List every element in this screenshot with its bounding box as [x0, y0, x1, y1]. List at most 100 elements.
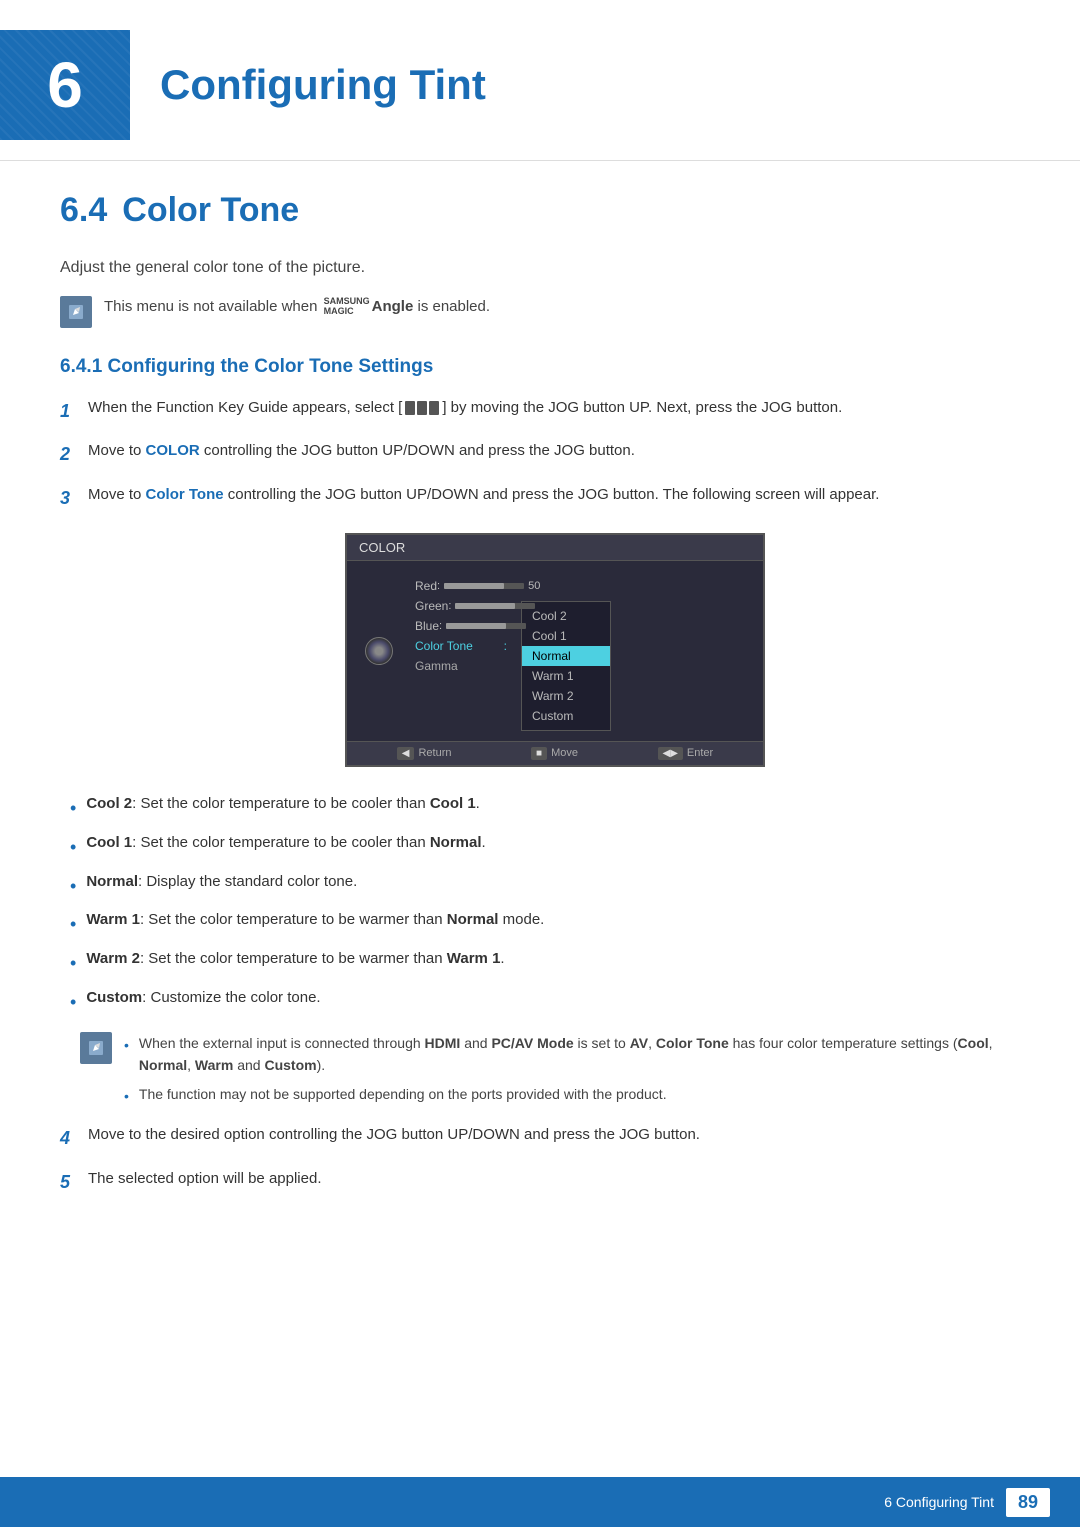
bullet-dot-5: •	[70, 949, 76, 978]
enter-key: ◀▶	[658, 747, 683, 760]
bullet-warm2: • Warm 2: Set the color temperature to b…	[70, 947, 1020, 978]
submenu-panel: Cool 2 Cool 1 Normal Warm 1 Warm 2 Custo…	[521, 601, 611, 731]
subsection-title: 6.4.1 Configuring the Color Tone Setting…	[60, 356, 1020, 378]
steps-list-2: 4 Move to the desired option controlling…	[60, 1123, 1020, 1197]
step-content-5: The selected option will be applied.	[88, 1167, 1020, 1191]
return-key: ◀	[397, 747, 415, 760]
submenu-warm2: Warm 2	[522, 686, 610, 706]
samsung-magic-brand: SAMSUNGMAGIC	[324, 297, 370, 317]
nested-bullet-1: • When the external input is connected t…	[124, 1032, 1020, 1077]
menu-red-label: Red	[415, 579, 437, 593]
blue-slider-fill	[446, 623, 506, 629]
menu-left: Red : 50 Green : 50	[401, 571, 521, 731]
bullet-warm1: • Warm 1: Set the color temperature to b…	[70, 908, 1020, 939]
bullet-cool1-text: Cool 1: Set the color temperature to be …	[86, 831, 485, 855]
page-footer: 6 Configuring Tint 89	[0, 1477, 1080, 1527]
menu-blue: Blue : 50	[409, 616, 513, 636]
chapter-number: 6	[0, 30, 130, 140]
step-num-5: 5	[60, 1168, 88, 1197]
menu-color-tone-label: Color Tone	[415, 639, 473, 653]
submenu-warm1: Warm 1	[522, 666, 610, 686]
submenu-custom: Custom	[522, 706, 610, 726]
menu-green-label: Green	[415, 599, 448, 613]
colon-sep-2: :	[448, 600, 451, 612]
bullet-custom: • Custom: Customize the color tone.	[70, 986, 1020, 1017]
note-pencil-icon	[86, 1038, 106, 1058]
red-slider-area: : 50	[437, 580, 540, 592]
screen-footer: ◀ Return ■ Move ◀▶ Enter	[347, 741, 763, 765]
colon-separator: :	[437, 580, 440, 592]
color-options-list: • Cool 2: Set the color temperature to b…	[70, 792, 1020, 1017]
menu-red: Red : 50	[409, 576, 513, 596]
bullet-dot-4: •	[70, 910, 76, 939]
step-content-1: When the Function Key Guide appears, sel…	[88, 396, 1020, 420]
step-2: 2 Move to COLOR controlling the JOG butt…	[60, 439, 1020, 469]
green-slider-bar	[455, 603, 535, 609]
bullet-dot-2: •	[70, 833, 76, 862]
footer-move: ■ Move	[531, 747, 578, 760]
section-description: Adjust the general color tone of the pic…	[60, 255, 1020, 281]
color-ref: COLOR	[146, 442, 200, 459]
bullet-cool2-text: Cool 2: Set the color temperature to be …	[86, 792, 480, 816]
step-4: 4 Move to the desired option controlling…	[60, 1123, 1020, 1153]
return-label: Return	[418, 747, 451, 759]
bullet-warm1-text: Warm 1: Set the color temperature to be …	[86, 908, 544, 932]
note-icon	[60, 296, 92, 328]
red-value: 50	[528, 580, 540, 592]
nested-note-icon	[80, 1032, 112, 1064]
screen-container: COLOR Red : 50 Green	[90, 533, 1020, 767]
footer-page-number: 89	[1006, 1488, 1050, 1517]
screen-header: COLOR	[347, 535, 763, 561]
nested-bullet-dot-2: •	[124, 1085, 129, 1107]
step-5: 5 The selected option will be applied.	[60, 1167, 1020, 1197]
color-tone-ref: Color Tone	[146, 486, 224, 503]
footer-return: ◀ Return	[397, 747, 452, 760]
nested-bullet-dot-1: •	[124, 1034, 129, 1056]
subsection-number: 6.4.1	[60, 356, 102, 377]
bullet-cool2: • Cool 2: Set the color temperature to b…	[70, 792, 1020, 823]
bullet-cool1: • Cool 1: Set the color temperature to b…	[70, 831, 1020, 862]
colon-sep-4: :	[504, 639, 507, 653]
nested-note-content: • When the external input is connected t…	[124, 1032, 1020, 1113]
subsection-title-text: Configuring the Color Tone Settings	[108, 356, 434, 377]
submenu-cool2: Cool 2	[522, 606, 610, 626]
nested-bullets: • When the external input is connected t…	[124, 1032, 1020, 1107]
section-number: 6.4	[60, 191, 107, 230]
footer-enter: ◀▶ Enter	[658, 747, 714, 760]
menu-gamma: Gamma	[409, 656, 513, 676]
green-slider-fill	[455, 603, 515, 609]
menu-blue-label: Blue	[415, 619, 439, 633]
bullet-dot-1: •	[70, 794, 76, 823]
menu-green: Green : 50	[409, 596, 513, 616]
nested-bullet-1-text: When the external input is connected thr…	[139, 1032, 1020, 1077]
bullet-normal-text: Normal: Display the standard color tone.	[86, 870, 357, 894]
note-box: This menu is not available when SAMSUNGM…	[60, 296, 1020, 328]
step-1: 1 When the Function Key Guide appears, s…	[60, 396, 1020, 426]
step-3: 3 Move to Color Tone controlling the JOG…	[60, 483, 1020, 513]
bullet-custom-text: Custom: Customize the color tone.	[86, 986, 320, 1010]
chapter-num-text: 6	[47, 48, 83, 122]
colon-sep-3: :	[439, 620, 442, 632]
menu-color-tone: Color Tone :	[409, 636, 513, 656]
red-slider-bar	[444, 583, 524, 589]
section-header: 6.4 Color Tone	[60, 191, 1020, 230]
step-num-2: 2	[60, 440, 88, 469]
submenu-normal: Normal	[522, 646, 610, 666]
bullet-dot-3: •	[70, 872, 76, 901]
step-num-3: 3	[60, 484, 88, 513]
move-key: ■	[531, 747, 547, 760]
footer-label: 6 Configuring Tint	[884, 1494, 994, 1510]
screen-header-text: COLOR	[359, 540, 405, 555]
monitor-screen: COLOR Red : 50 Green	[345, 533, 765, 767]
step-content-4: Move to the desired option controlling t…	[88, 1123, 1020, 1147]
chapter-header: 6 Configuring Tint	[0, 0, 1080, 161]
enter-label: Enter	[687, 747, 713, 759]
bullet-dot-6: •	[70, 988, 76, 1017]
pencil-icon	[66, 302, 86, 322]
note-text: This menu is not available when SAMSUNGM…	[104, 296, 490, 319]
screen-icon-area	[357, 571, 401, 731]
main-content: 6.4 Color Tone Adjust the general color …	[0, 191, 1080, 1271]
section-title-text: Color Tone	[122, 191, 299, 230]
step-content-3: Move to Color Tone controlling the JOG b…	[88, 483, 1020, 507]
submenu-cool1: Cool 1	[522, 626, 610, 646]
